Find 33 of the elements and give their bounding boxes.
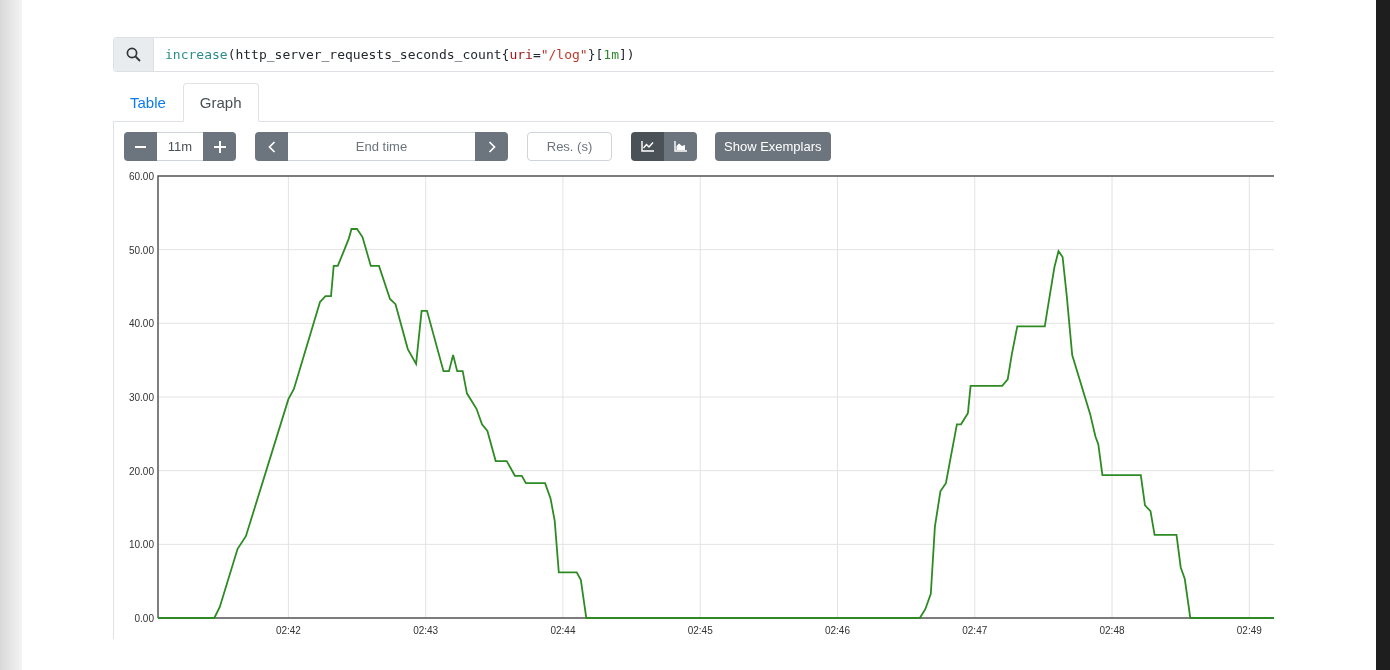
chevron-left-icon [267, 140, 276, 153]
previous-button[interactable] [255, 132, 288, 161]
x-tick-label: 02:45 [687, 625, 713, 636]
y-tick-label: 10.00 [128, 539, 154, 551]
x-tick-label: 02:46 [824, 625, 850, 636]
x-tick-label: 02:42 [275, 625, 301, 636]
x-tick-label: 02:44 [550, 625, 576, 636]
y-tick-label: 30.00 [128, 392, 154, 403]
minus-icon [135, 145, 146, 148]
plus-icon [213, 140, 226, 153]
x-tick-label: 02:48 [1099, 625, 1125, 636]
resolution-input[interactable]: Res. (s) [527, 132, 612, 161]
area-chart-icon [674, 141, 687, 152]
x-tick-label: 02:47 [962, 625, 988, 636]
range-input[interactable]: 11m [157, 132, 203, 161]
end-time-input[interactable]: End time [288, 132, 475, 161]
minus-button[interactable] [124, 132, 157, 161]
chart-mode-button[interactable] [664, 132, 697, 161]
y-tick-label: 40.00 [128, 318, 154, 330]
tab[interactable]: Graph [182, 83, 259, 122]
plus-button[interactable] [203, 132, 236, 161]
line-chart-icon [641, 141, 654, 152]
tab[interactable]: Table [113, 83, 183, 122]
chevron-right-icon [487, 140, 496, 153]
chart-mode-button[interactable] [631, 132, 664, 161]
x-tick-label: 02:49 [1236, 625, 1262, 636]
y-tick-label: 20.00 [128, 465, 154, 477]
next-button[interactable] [475, 132, 508, 161]
x-tick-label: 02:43 [413, 625, 439, 636]
y-tick-label: 0.00 [134, 613, 154, 624]
y-tick-label: 50.00 [128, 244, 154, 256]
show-exemplars-button[interactable]: Show Exemplars [715, 132, 831, 161]
y-tick-label: 60.00 [128, 171, 154, 182]
